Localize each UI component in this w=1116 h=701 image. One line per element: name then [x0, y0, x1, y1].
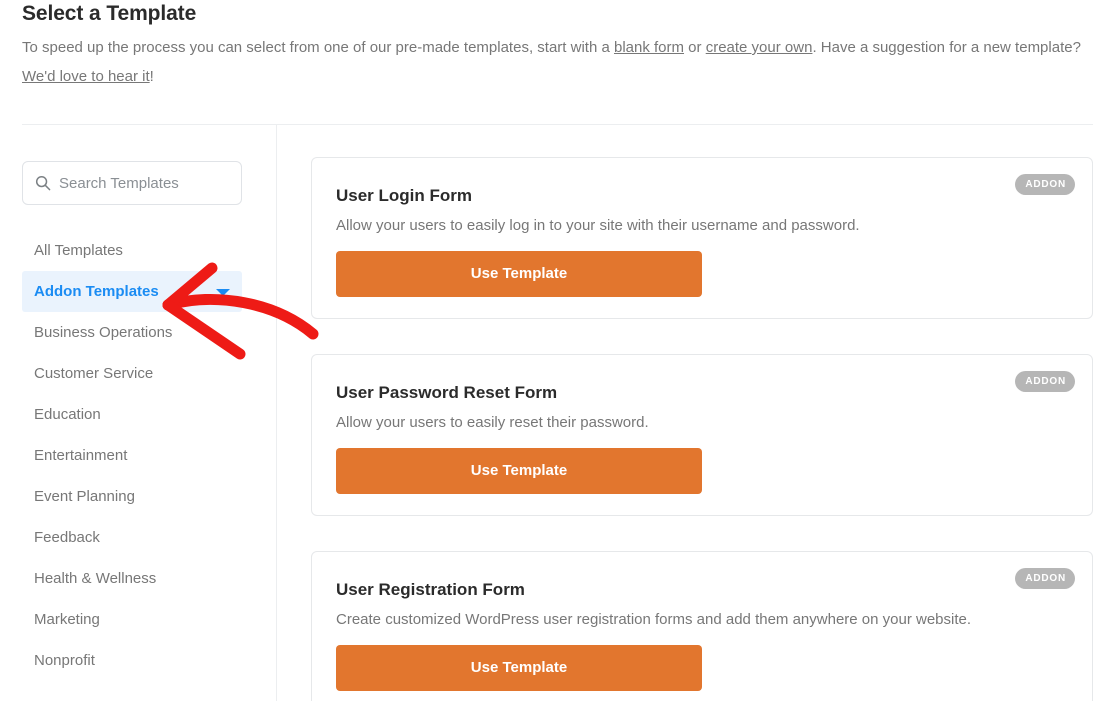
sidebar-item-addon-templates[interactable]: Addon Templates — [22, 271, 242, 312]
template-card[interactable]: ADDON User Login Form Allow your users to … — [311, 157, 1093, 319]
sidebar-item-education[interactable]: Education — [22, 394, 242, 435]
desc-text-part-1: To speed up the process you can select f… — [22, 39, 614, 56]
sidebar-item-marketing[interactable]: Marketing — [22, 599, 242, 640]
template-description: Allow your users to easily reset their p… — [336, 414, 649, 431]
search-templates-box[interactable] — [22, 161, 242, 205]
sidebar-item-label: Nonprofit — [34, 652, 95, 669]
sidebar-item-label: Marketing — [34, 611, 100, 628]
page-description: To speed up the process you can select f… — [22, 28, 1094, 91]
sidebar-item-health-wellness[interactable]: Health & Wellness — [22, 558, 242, 599]
addon-badge: ADDON — [1015, 371, 1075, 392]
search-input[interactable] — [59, 174, 229, 192]
category-list: All Templates Addon Templates Business Ope… — [0, 230, 276, 681]
sidebar-item-label: Health & Wellness — [34, 570, 157, 587]
sidebar-item-feedback[interactable]: Feedback — [22, 517, 242, 558]
desc-text-part-3: . Have a suggestion for a new template? — [812, 39, 1081, 56]
template-sidebar: All Templates Addon Templates Business Ope… — [0, 124, 276, 701]
blank-form-link[interactable]: blank form — [614, 39, 684, 56]
addon-badge: ADDON — [1015, 568, 1075, 589]
template-title: User Registration Form — [336, 580, 525, 599]
sidebar-item-entertainment[interactable]: Entertainment — [22, 435, 242, 476]
create-your-own-link[interactable]: create your own — [706, 39, 813, 56]
sidebar-item-label: All Templates — [34, 242, 123, 259]
template-description: Allow your users to easily log in to you… — [336, 217, 860, 234]
template-card[interactable]: ADDON User Registration Form Create custom… — [311, 551, 1093, 701]
use-template-button[interactable]: Use Template — [336, 448, 702, 494]
sidebar-item-label: Addon Templates — [34, 283, 159, 300]
sidebar-item-nonprofit[interactable]: Nonprofit — [22, 640, 242, 681]
search-icon — [35, 175, 51, 191]
sidebar-item-all-templates[interactable]: All Templates — [22, 230, 242, 271]
template-list: ADDON User Login Form Allow your users to … — [276, 124, 1116, 701]
template-title: User Password Reset Form — [336, 383, 558, 402]
desc-text-part-2: or — [684, 39, 706, 56]
sidebar-item-business-operations[interactable]: Business Operations — [22, 312, 242, 353]
suggestion-link[interactable]: We'd love to hear it — [22, 68, 150, 85]
sidebar-item-label: Customer Service — [34, 365, 154, 382]
use-template-button[interactable]: Use Template — [336, 251, 702, 297]
sidebar-item-label: Entertainment — [34, 447, 128, 464]
template-description: Create customized WordPress user registr… — [336, 611, 972, 628]
template-title: User Login Form — [336, 186, 473, 205]
sidebar-item-event-planning[interactable]: Event Planning — [22, 476, 242, 517]
page-header: Select a Template To speed up the proces… — [0, 0, 1116, 91]
addon-badge: ADDON — [1015, 174, 1075, 195]
sidebar-item-label: Feedback — [34, 529, 100, 546]
template-card[interactable]: ADDON User Password Reset Form Allow your … — [311, 354, 1093, 516]
sidebar-item-label: Business Operations — [34, 324, 173, 341]
sidebar-item-customer-service[interactable]: Customer Service — [22, 353, 242, 394]
sidebar-item-label: Education — [34, 406, 101, 423]
page-title: Select a Template — [22, 2, 197, 25]
desc-text-part-4: ! — [149, 68, 154, 85]
chevron-down-icon[interactable] — [216, 288, 230, 296]
sidebar-item-label: Event Planning — [34, 488, 135, 505]
use-template-button[interactable]: Use Template — [336, 645, 702, 691]
